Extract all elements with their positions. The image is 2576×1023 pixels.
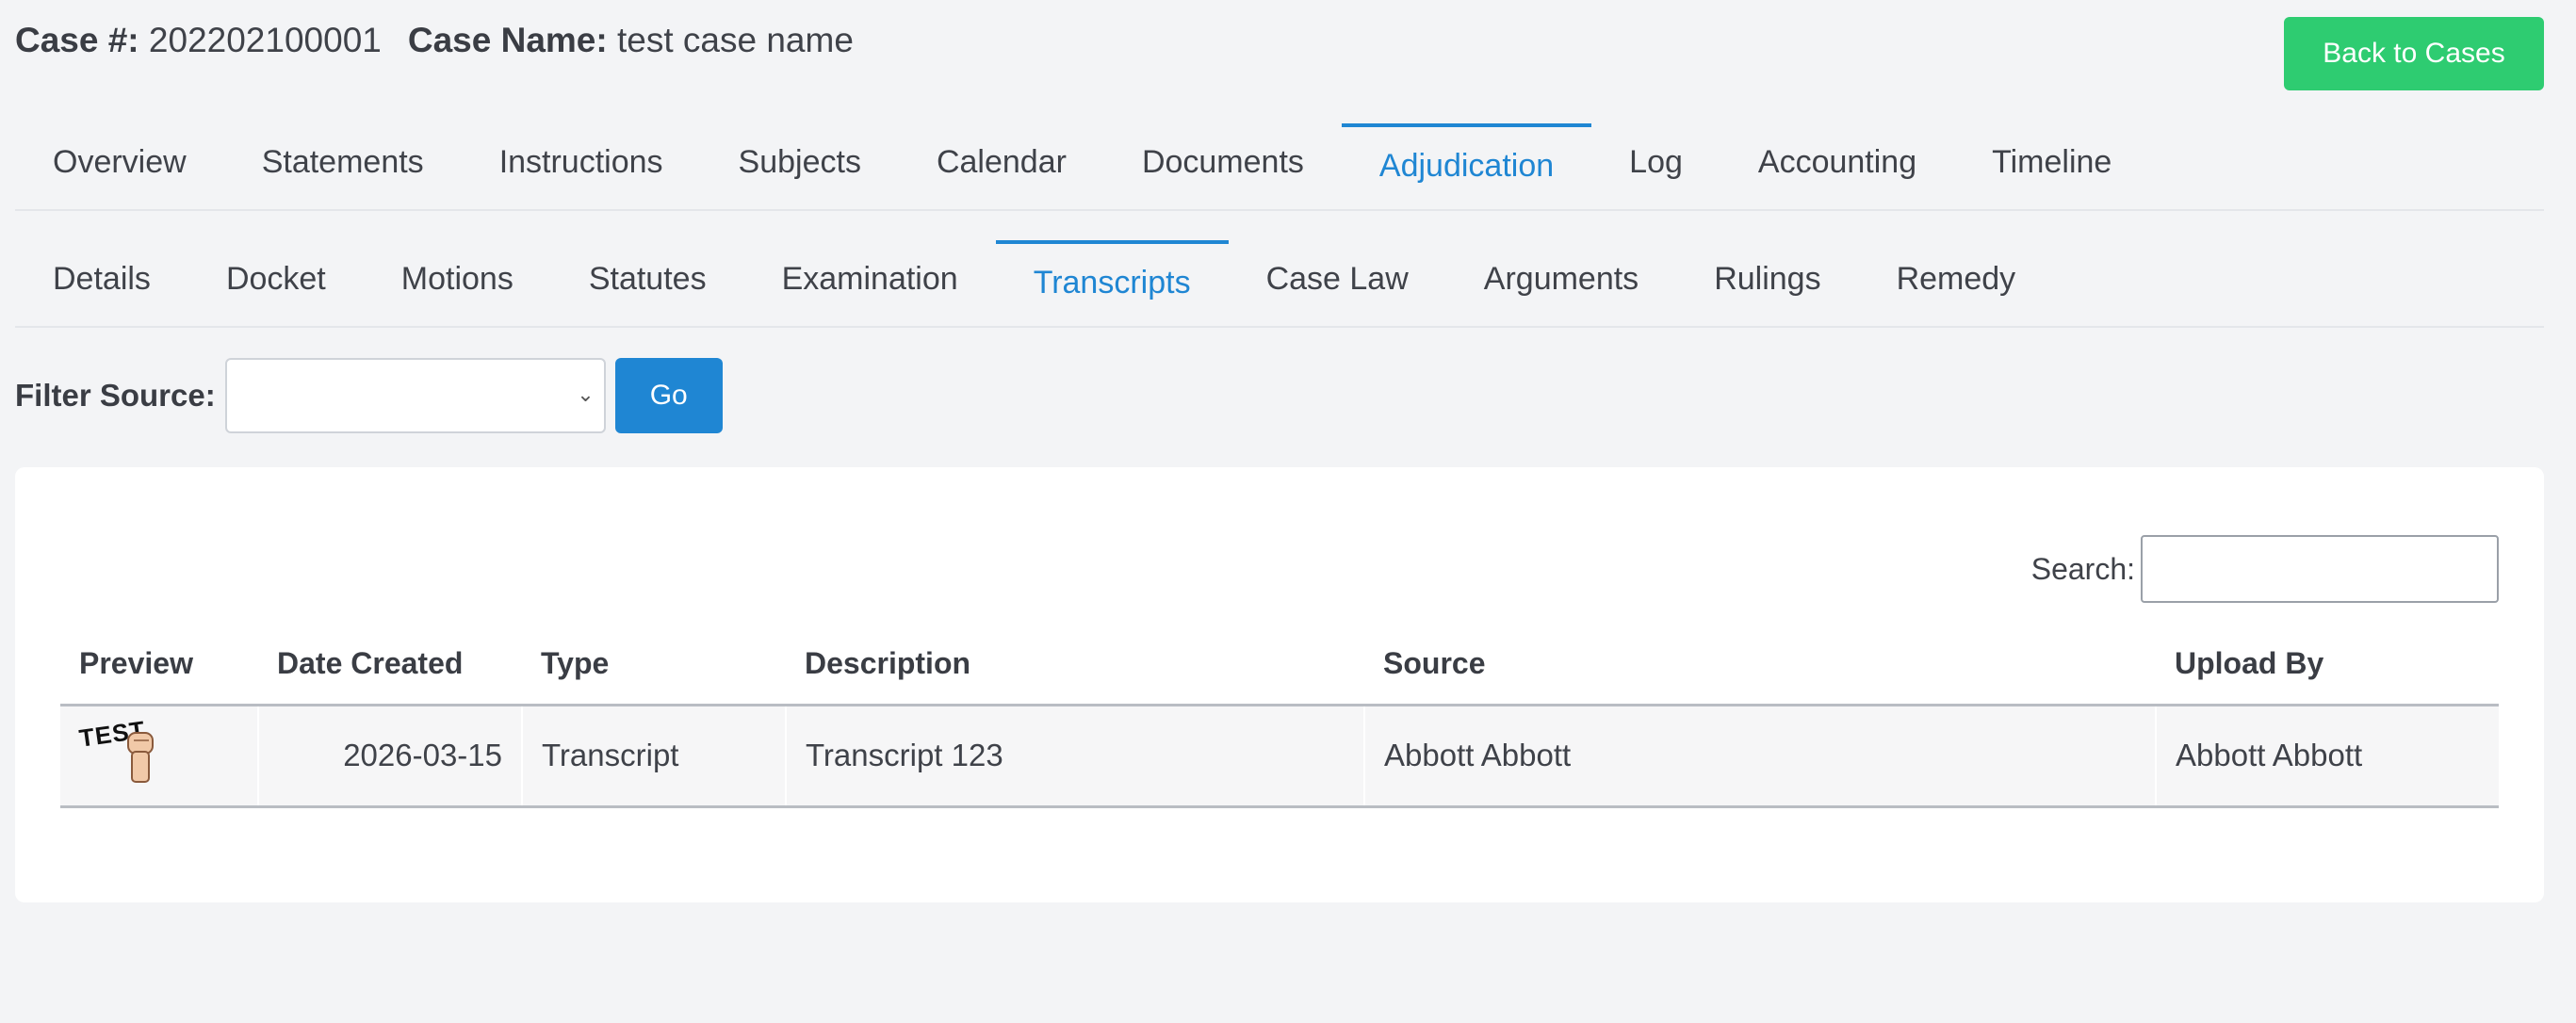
tab-statements[interactable]: Statements <box>224 144 462 209</box>
secondary-tabs: Details Docket Motions Statutes Examinat… <box>15 239 2544 328</box>
col-description[interactable]: Description <box>786 635 1364 706</box>
subtab-transcripts[interactable]: Transcripts <box>995 240 1229 326</box>
go-button[interactable]: Go <box>614 358 723 433</box>
tab-calendar[interactable]: Calendar <box>899 144 1104 209</box>
col-type[interactable]: Type <box>522 635 786 706</box>
col-source[interactable]: Source <box>1364 635 2156 706</box>
source-cell: Abbott Abbott <box>1363 705 2156 808</box>
subtab-examination[interactable]: Examination <box>744 261 996 326</box>
tab-accounting[interactable]: Accounting <box>1720 144 1954 209</box>
fist-icon <box>127 732 154 783</box>
tab-subjects[interactable]: Subjects <box>701 144 899 209</box>
subtab-details[interactable]: Details <box>15 261 188 326</box>
subtab-case-law[interactable]: Case Law <box>1229 261 1446 326</box>
col-upload-by[interactable]: Upload By <box>2156 635 2499 706</box>
date-created-cell: 2026-03-15 <box>257 705 522 808</box>
back-to-cases-button[interactable]: Back to Cases <box>2284 17 2544 90</box>
description-cell: Transcript 123 <box>785 705 1364 808</box>
primary-tabs: Overview Statements Instructions Subject… <box>15 122 2544 211</box>
transcripts-table: Preview Date Created Type Description So… <box>60 635 2499 808</box>
tab-log[interactable]: Log <box>1591 144 1720 209</box>
table-header-row: Preview Date Created Type Description So… <box>60 635 2499 706</box>
filter-row: Filter Source: ⌄ Go <box>15 358 723 433</box>
preview-cell[interactable]: TEST <box>60 705 258 808</box>
case-number-label: Case #: <box>15 21 139 59</box>
tab-timeline[interactable]: Timeline <box>1954 144 2149 209</box>
search-input[interactable] <box>2141 535 2499 603</box>
subtab-remedy[interactable]: Remedy <box>1859 261 2054 326</box>
page: Case #: 202202100001 Case Name: test cas… <box>0 0 2576 1023</box>
tab-overview[interactable]: Overview <box>15 144 224 209</box>
subtab-rulings[interactable]: Rulings <box>1676 261 1858 326</box>
tab-adjudication[interactable]: Adjudication <box>1341 123 1592 209</box>
filter-source-select[interactable]: ⌄ <box>224 358 606 433</box>
transcripts-card: Search: Preview Date Created Type Descri… <box>15 467 2544 902</box>
case-header: Case #: 202202100001 Case Name: test cas… <box>15 21 854 60</box>
col-preview[interactable]: Preview <box>60 635 258 706</box>
filter-source-label: Filter Source: <box>15 378 216 413</box>
search-label: Search: <box>2030 551 2135 586</box>
col-date-created[interactable]: Date Created <box>258 635 522 706</box>
table-row[interactable]: TEST 2026-03-15 Transcript Transcript 12… <box>60 705 2499 808</box>
upload-by-cell: Abbott Abbott <box>2155 705 2499 808</box>
case-name: test case name <box>616 21 854 59</box>
subtab-docket[interactable]: Docket <box>188 261 364 326</box>
tab-documents[interactable]: Documents <box>1104 144 1342 209</box>
case-number: 202202100001 <box>148 21 382 59</box>
subtab-motions[interactable]: Motions <box>364 261 551 326</box>
chevron-down-icon: ⌄ <box>577 382 595 406</box>
subtab-arguments[interactable]: Arguments <box>1446 261 1676 326</box>
preview-thumbnail[interactable]: TEST <box>77 715 164 788</box>
subtab-statutes[interactable]: Statutes <box>551 261 744 326</box>
case-name-label: Case Name: <box>407 21 608 59</box>
type-cell: Transcript <box>521 705 786 808</box>
search-area: Search: <box>2031 535 2499 603</box>
tab-instructions[interactable]: Instructions <box>462 144 701 209</box>
